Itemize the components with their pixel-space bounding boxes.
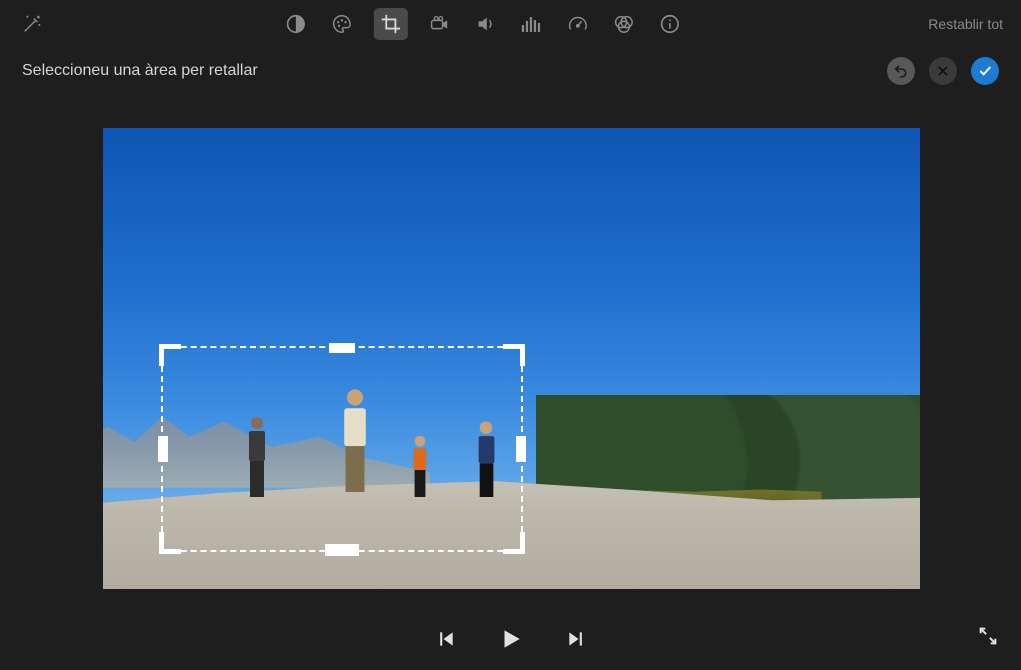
crop-action-row: Seleccioneu una àrea per retallar bbox=[0, 48, 1021, 94]
cancel-button[interactable] bbox=[929, 57, 957, 85]
video-camera-icon[interactable] bbox=[425, 10, 453, 38]
crop-handle-left[interactable] bbox=[158, 436, 168, 462]
fullscreen-toggle-icon[interactable] bbox=[977, 625, 999, 652]
speedometer-icon[interactable] bbox=[563, 10, 591, 38]
undo-button[interactable] bbox=[887, 57, 915, 85]
crop-selection[interactable] bbox=[161, 346, 523, 552]
crop-handle-bottom-right[interactable] bbox=[503, 532, 525, 554]
crop-icon[interactable] bbox=[373, 8, 407, 40]
crop-action-buttons bbox=[887, 57, 999, 85]
equalizer-icon[interactable] bbox=[517, 10, 545, 38]
crop-handle-bottom-left[interactable] bbox=[159, 532, 181, 554]
palette-icon[interactable] bbox=[327, 10, 355, 38]
toolbar-left bbox=[18, 10, 46, 38]
crop-handle-top-right[interactable] bbox=[503, 344, 525, 366]
toolbar-center bbox=[281, 8, 683, 40]
crop-handle-right[interactable] bbox=[516, 436, 526, 462]
crop-handle-top[interactable] bbox=[329, 343, 355, 353]
apply-button[interactable] bbox=[971, 57, 999, 85]
playback-controls bbox=[436, 626, 586, 652]
toolbar-right: Restablir tot bbox=[920, 16, 1003, 32]
crop-instruction-text: Seleccioneu una àrea per retallar bbox=[22, 62, 258, 80]
color-filters-icon[interactable] bbox=[609, 10, 637, 38]
adjust-toolbar: Restablir tot bbox=[0, 0, 1021, 48]
magic-wand-icon[interactable] bbox=[18, 10, 46, 38]
previous-frame-button[interactable] bbox=[436, 629, 456, 649]
video-viewer bbox=[103, 128, 920, 589]
info-icon[interactable] bbox=[655, 10, 683, 38]
contrast-icon[interactable] bbox=[281, 10, 309, 38]
reset-all-button[interactable]: Restablir tot bbox=[928, 16, 1003, 32]
crop-handle-top-left[interactable] bbox=[159, 344, 181, 366]
volume-icon[interactable] bbox=[471, 10, 499, 38]
crop-handle-bottom[interactable] bbox=[325, 544, 359, 556]
next-frame-button[interactable] bbox=[566, 629, 586, 649]
play-button[interactable] bbox=[498, 626, 524, 652]
